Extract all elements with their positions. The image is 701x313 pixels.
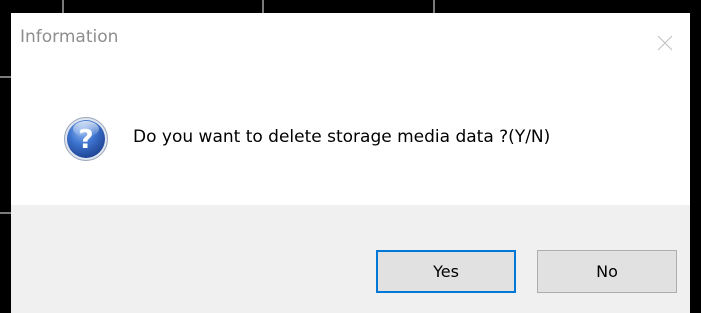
dialog-content: ? Do you want to delete storage media da… — [11, 69, 690, 205]
grid-tick — [433, 0, 435, 13]
dialog-button-bar: Yes No — [11, 205, 690, 313]
dialog-titlebar[interactable]: Information — [11, 13, 690, 69]
dialog-message: Do you want to delete storage media data… — [133, 127, 551, 147]
close-icon — [657, 35, 673, 51]
svg-text:?: ? — [78, 125, 93, 155]
yes-button[interactable]: Yes — [376, 250, 516, 293]
grid-tick — [262, 0, 264, 13]
message-dialog: Information ? Do you want to delete stor… — [11, 13, 690, 313]
grid-tick — [62, 0, 64, 13]
dialog-title: Information — [20, 27, 119, 47]
no-button[interactable]: No — [537, 250, 677, 293]
close-button[interactable] — [644, 13, 690, 69]
question-icon: ? — [64, 117, 108, 161]
grid-tick — [0, 76, 11, 78]
grid-tick — [0, 212, 11, 214]
